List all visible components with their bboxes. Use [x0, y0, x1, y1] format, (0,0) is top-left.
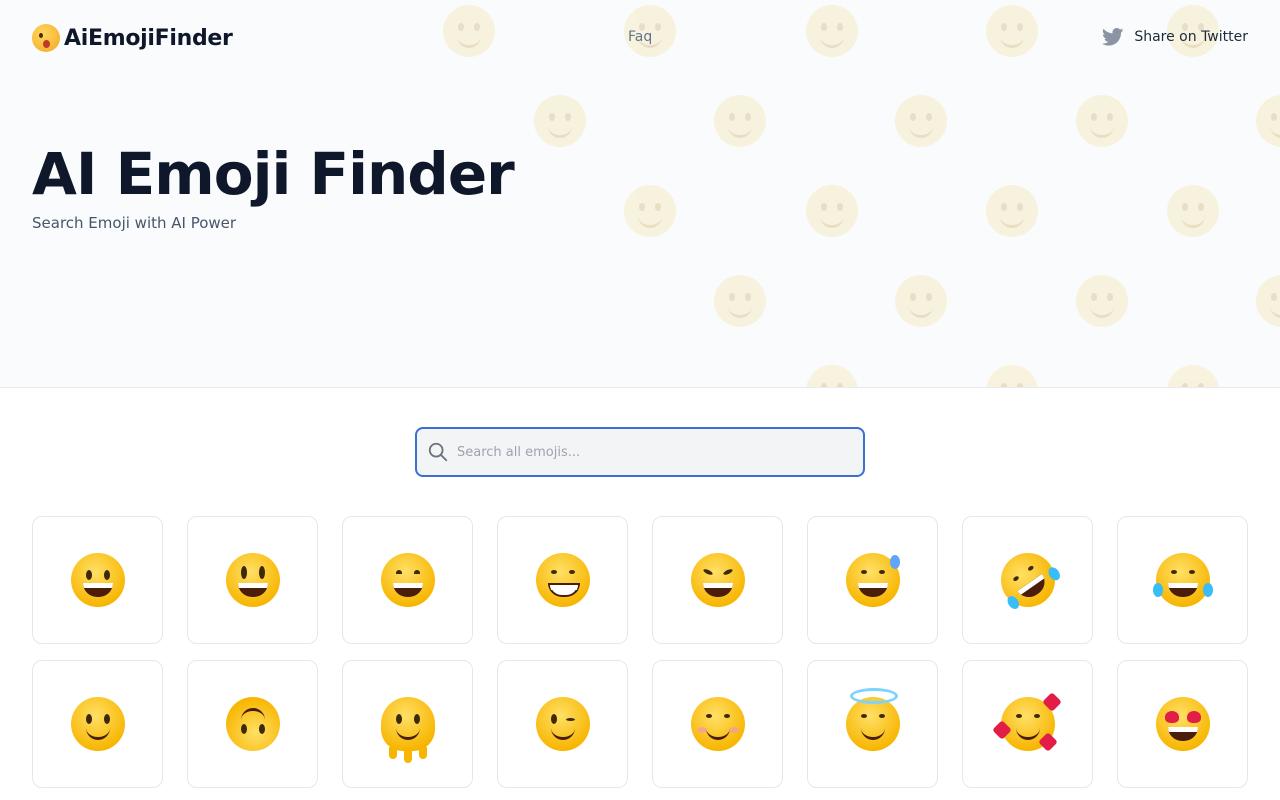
emoji-tile[interactable] [342, 516, 473, 644]
share-on-twitter-link[interactable]: Share on Twitter [1102, 28, 1248, 46]
background-emoji-icon [1076, 95, 1128, 147]
background-emoji-icon [1076, 275, 1128, 327]
emoji-tile[interactable] [652, 660, 783, 788]
emoji-tile[interactable] [807, 660, 938, 788]
background-emoji-icon [1167, 365, 1219, 387]
smiling-face-with-heart-eyes-icon [1155, 697, 1210, 751]
background-emoji-icon [986, 365, 1038, 387]
emoji-tile[interactable] [1117, 516, 1248, 644]
background-emoji-icon [986, 5, 1038, 57]
emoji-tile[interactable] [497, 660, 628, 788]
logo-emoji-icon [32, 24, 60, 52]
search-box[interactable] [415, 427, 865, 477]
emoji-grid [32, 516, 1248, 788]
background-emoji-icon [986, 185, 1038, 237]
search-input[interactable] [455, 443, 863, 461]
background-emoji-icon [534, 95, 586, 147]
background-emoji-icon [1256, 275, 1280, 327]
page-title: AI Emoji Finder [32, 140, 515, 208]
smiling-face-with-smiling-eyes-icon [690, 697, 745, 751]
background-emoji-icon [624, 185, 676, 237]
face-with-tears-of-joy-icon [1152, 553, 1213, 607]
emoji-tile[interactable] [342, 660, 473, 788]
background-emoji-icon [895, 95, 947, 147]
background-emoji-icon [806, 5, 858, 57]
background-emoji-icon [895, 275, 947, 327]
grinning-face-with-big-eyes-icon [225, 553, 280, 607]
hero-section: AiEmojiFinder Faq Share on Twitter AI Em… [0, 0, 1280, 388]
logo-text: AiEmojiFinder [64, 25, 233, 51]
emoji-tile[interactable] [32, 660, 163, 788]
grinning-face-with-smiling-eyes-icon [380, 553, 435, 607]
beaming-face-icon [535, 553, 590, 607]
twitter-icon [1102, 28, 1124, 46]
background-emoji-icon [1167, 185, 1219, 237]
background-emoji-icon [714, 95, 766, 147]
share-label: Share on Twitter [1134, 29, 1248, 45]
emoji-tile[interactable] [32, 516, 163, 644]
emoji-tile[interactable] [187, 660, 318, 788]
emoji-tile[interactable] [962, 516, 1093, 644]
emoji-tile[interactable] [497, 516, 628, 644]
background-emoji-icon [714, 275, 766, 327]
grinning-squinting-face-icon [690, 553, 745, 607]
smiling-face-with-halo-icon [845, 688, 900, 751]
background-emoji-icon [806, 365, 858, 387]
slightly-smiling-face-icon [70, 697, 125, 751]
emoji-tile[interactable] [807, 516, 938, 644]
smiling-face-with-hearts-icon [991, 692, 1062, 752]
emoji-tile[interactable] [652, 516, 783, 644]
background-emoji-icon [806, 185, 858, 237]
emoji-tile[interactable] [962, 660, 1093, 788]
rolling-on-the-floor-laughing-icon [989, 542, 1066, 618]
page-subtitle: Search Emoji with AI Power [32, 214, 237, 232]
melting-face-icon [380, 697, 435, 763]
nav-faq-link[interactable]: Faq [628, 29, 652, 45]
winking-face-icon [535, 697, 590, 751]
grinning-face-with-sweat-icon [845, 553, 900, 607]
background-emoji-icon [443, 5, 495, 57]
site-logo-link[interactable]: AiEmojiFinder [32, 24, 233, 52]
emoji-tile[interactable] [187, 516, 318, 644]
upside-down-face-icon [225, 697, 280, 751]
grinning-face-icon [70, 553, 125, 607]
background-emoji-icon [1256, 95, 1280, 147]
search-icon [428, 442, 448, 462]
emoji-tile[interactable] [1117, 660, 1248, 788]
